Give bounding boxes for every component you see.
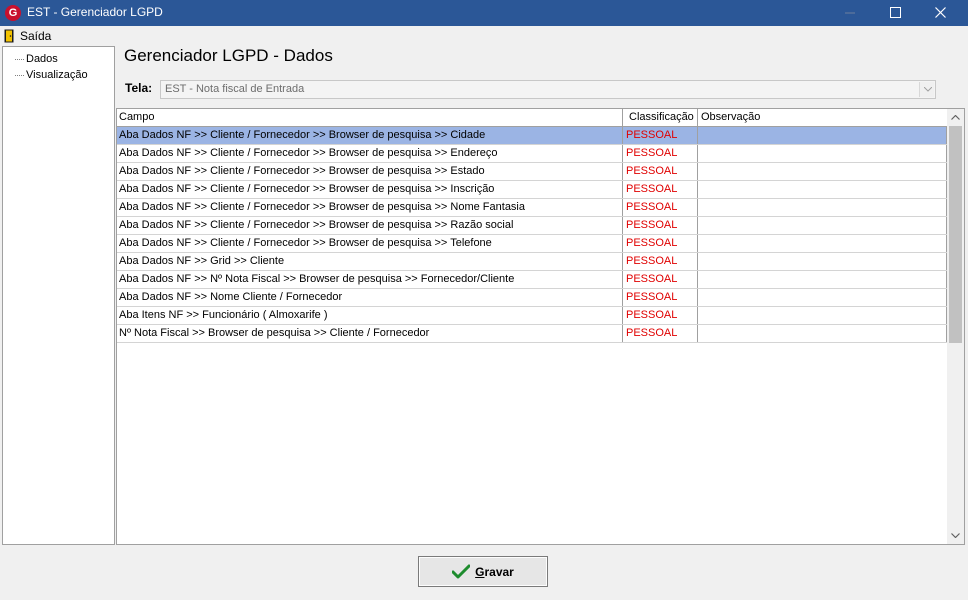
cell-classificacao[interactable]: PESSOAL [623,127,698,144]
window-title: EST - Gerenciador LGPD [27,5,163,19]
tela-label: Tela: [125,81,153,95]
dropdown-arrow-icon [924,87,932,92]
page-title: Gerenciador LGPD - Dados [124,46,333,65]
cell-observacao[interactable] [698,325,947,342]
cell-classificacao[interactable]: PESSOAL [623,199,698,216]
cell-classificacao[interactable]: PESSOAL [623,235,698,252]
scroll-up-icon [951,115,960,120]
save-button-label: Gravar [475,565,514,579]
checkmark-icon [452,564,471,578]
app-logo-icon[interactable]: G [5,5,21,21]
scroll-down-button[interactable] [947,527,964,544]
column-header-classificacao[interactable]: Classificação [623,109,698,126]
exit-door-icon [4,29,14,42]
table-row[interactable]: Aba Dados NF >> Cliente / Fornecedor >> … [117,145,947,163]
menu-bar: Saída [0,26,968,45]
menu-exit[interactable]: Saída [2,27,53,44]
save-label-text: ravar [484,564,514,579]
cell-campo: Aba Dados NF >> Grid >> Cliente [117,253,623,270]
cell-observacao[interactable] [698,253,947,270]
cell-campo: Aba Dados NF >> Nº Nota Fiscal >> Browse… [117,271,623,288]
cell-campo: Aba Dados NF >> Cliente / Fornecedor >> … [117,235,623,252]
cell-classificacao[interactable]: PESSOAL [623,163,698,180]
cell-classificacao[interactable]: PESSOAL [623,325,698,342]
cell-observacao[interactable] [698,235,947,252]
cell-observacao[interactable] [698,127,947,144]
vertical-scrollbar[interactable] [947,109,964,544]
data-grid[interactable]: Campo Classificação Observação Aba Dados… [116,108,965,545]
title-bar: G EST - Gerenciador LGPD [0,0,968,26]
column-header-campo[interactable]: Campo [117,109,623,126]
tela-select[interactable]: EST - Nota fiscal de Entrada [160,80,936,99]
cell-observacao[interactable] [698,163,947,180]
cell-campo: Aba Itens NF >> Funcionário ( Almoxarife… [117,307,623,324]
tela-dropdown-button[interactable] [919,82,934,97]
column-header-observacao[interactable]: Observação [698,109,947,126]
cell-classificacao[interactable]: PESSOAL [623,307,698,324]
close-button[interactable] [918,0,964,26]
tree-item-visualizacao[interactable]: Visualização [3,67,113,83]
cell-observacao[interactable] [698,307,947,324]
maximize-icon [890,7,901,18]
table-row[interactable]: Aba Dados NF >> Cliente / Fornecedor >> … [117,181,947,199]
cell-observacao[interactable] [698,181,947,198]
tela-select-value: EST - Nota fiscal de Entrada [165,83,305,95]
table-row[interactable]: Nº Nota Fiscal >> Browser de pesquisa >>… [117,325,947,343]
save-button[interactable]: Gravar [418,556,548,587]
scroll-up-button[interactable] [947,109,964,126]
table-row[interactable]: Aba Dados NF >> Cliente / Fornecedor >> … [117,217,947,235]
table-row[interactable]: Aba Dados NF >> Nome Cliente / Fornecedo… [117,289,947,307]
tree-item-label: Visualização [26,69,88,81]
cell-campo: Aba Dados NF >> Cliente / Fornecedor >> … [117,163,623,180]
cell-campo: Aba Dados NF >> Cliente / Fornecedor >> … [117,181,623,198]
scroll-down-icon [951,533,960,538]
cell-campo: Aba Dados NF >> Cliente / Fornecedor >> … [117,217,623,234]
table-row[interactable]: Aba Dados NF >> Cliente / Fornecedor >> … [117,235,947,253]
table-row[interactable]: Aba Dados NF >> Nº Nota Fiscal >> Browse… [117,271,947,289]
table-row[interactable]: Aba Dados NF >> Grid >> Cliente PESSOAL [117,253,947,271]
tree-item-label: Dados [26,53,58,65]
cell-observacao[interactable] [698,199,947,216]
table-row[interactable]: Aba Itens NF >> Funcionário ( Almoxarife… [117,307,947,325]
grid-header: Campo Classificação Observação [117,109,947,127]
close-icon [935,7,946,18]
cell-observacao[interactable] [698,217,947,234]
minimize-icon [845,12,855,14]
cell-classificacao[interactable]: PESSOAL [623,289,698,306]
scroll-thumb[interactable] [949,126,962,343]
cell-campo: Aba Dados NF >> Cliente / Fornecedor >> … [117,199,623,216]
cell-observacao[interactable] [698,289,947,306]
cell-classificacao[interactable]: PESSOAL [623,145,698,162]
cell-classificacao[interactable]: PESSOAL [623,271,698,288]
maximize-button[interactable] [873,0,919,26]
cell-observacao[interactable] [698,145,947,162]
cell-classificacao[interactable]: PESSOAL [623,181,698,198]
menu-exit-label: Saída [20,28,52,43]
cell-observacao[interactable] [698,271,947,288]
table-row[interactable]: Aba Dados NF >> Cliente / Fornecedor >> … [117,199,947,217]
table-row[interactable]: Aba Dados NF >> Cliente / Fornecedor >> … [117,163,947,181]
tree-connector [15,75,24,76]
table-row[interactable]: Aba Dados NF >> Cliente / Fornecedor >> … [117,127,947,145]
navigation-tree: Dados Visualização [2,46,115,545]
grid-rows: Aba Dados NF >> Cliente / Fornecedor >> … [117,127,947,343]
cell-campo: Nº Nota Fiscal >> Browser de pesquisa >>… [117,325,623,342]
cell-classificacao[interactable]: PESSOAL [623,253,698,270]
cell-classificacao[interactable]: PESSOAL [623,217,698,234]
tree-item-dados[interactable]: Dados [3,51,113,67]
tree-connector [15,59,24,60]
cell-campo: Aba Dados NF >> Cliente / Fornecedor >> … [117,127,623,144]
cell-campo: Aba Dados NF >> Nome Cliente / Fornecedo… [117,289,623,306]
minimize-button[interactable] [828,0,874,26]
cell-campo: Aba Dados NF >> Cliente / Fornecedor >> … [117,145,623,162]
